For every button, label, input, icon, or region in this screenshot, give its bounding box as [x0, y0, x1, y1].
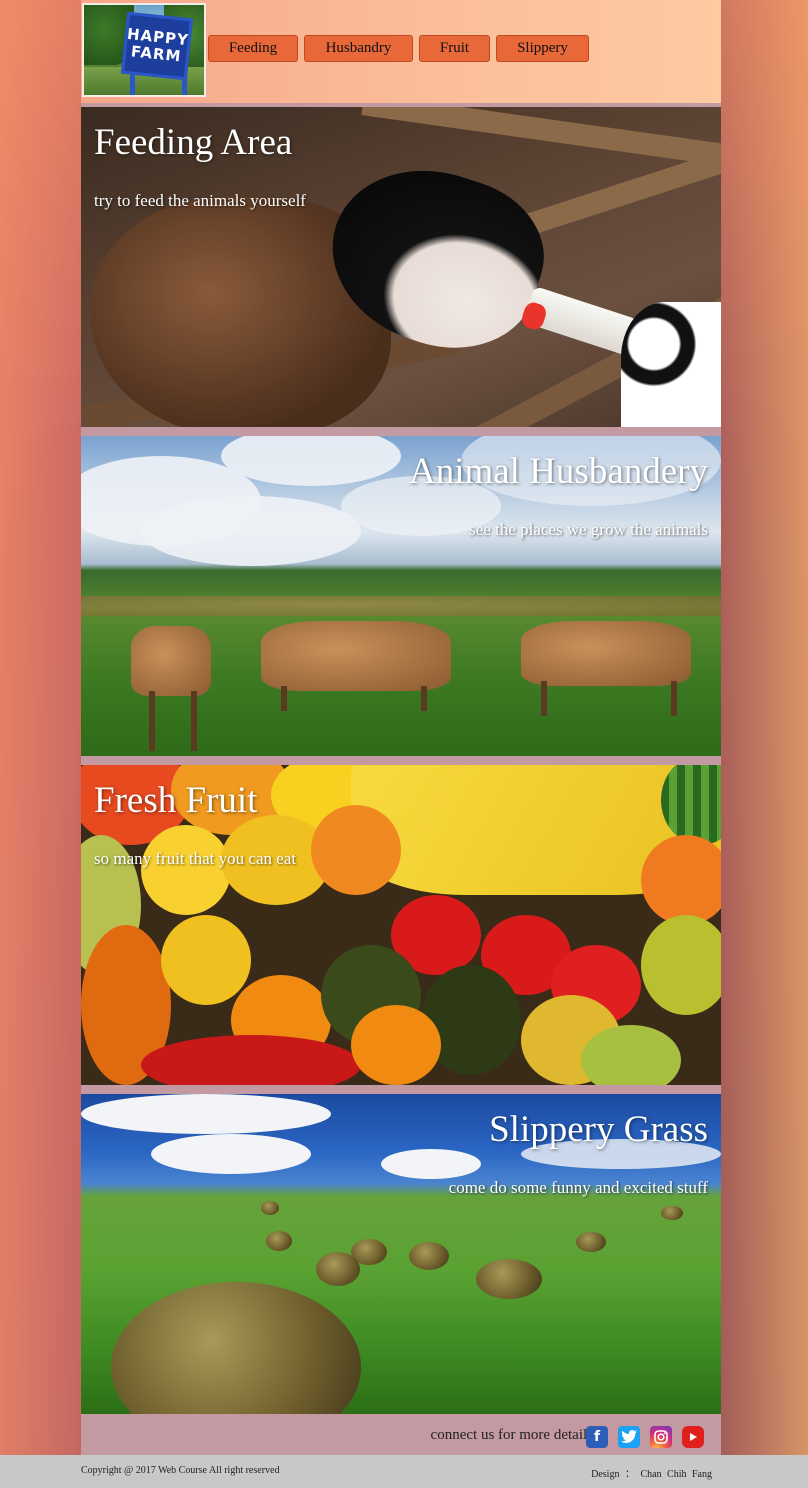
section-subtitle: try to feed the animals yourself: [94, 191, 306, 210]
copyright-bar: Copyright @ 2017 Web Course All right re…: [0, 1455, 808, 1488]
feeding-area-section: Feeding Area try to feed the animals you…: [81, 107, 721, 427]
section-title: Animal Husbandery: [408, 451, 708, 492]
section-subtitle: see the places we grow the animals: [469, 520, 708, 539]
nav-slippery-button[interactable]: Slippery: [496, 35, 589, 62]
twitter-icon[interactable]: [618, 1426, 640, 1448]
nav-feeding-button[interactable]: Feeding: [208, 35, 298, 62]
connect-text: connect us for more details: [430, 1427, 593, 1443]
section-subtitle: come do some funny and excited stuff: [448, 1178, 708, 1197]
happy-farm-logo[interactable]: HAPPY FARM: [82, 3, 206, 97]
section-title: Fresh Fruit: [94, 780, 258, 821]
slippery-grass-section: Slippery Grass come do some funny and ex…: [81, 1094, 721, 1414]
main-container: HAPPY FARM Feeding Husbandry Fruit Slipp…: [81, 0, 721, 1455]
facebook-icon[interactable]: f: [586, 1426, 608, 1448]
nav-fruit-button[interactable]: Fruit: [419, 35, 490, 62]
contact-bar: connect us for more details f: [81, 1414, 721, 1455]
section-subtitle: so many fruit that you can eat: [94, 849, 297, 868]
youtube-icon[interactable]: [682, 1426, 704, 1448]
fresh-fruit-section: Fresh Fruit so many fruit that you can e…: [81, 765, 721, 1085]
animal-husbandry-section: Animal Husbandery see the places we grow…: [81, 436, 721, 756]
nav-husbandry-button[interactable]: Husbandry: [304, 35, 413, 62]
instagram-icon[interactable]: [650, 1426, 672, 1448]
section-title: Slippery Grass: [489, 1109, 708, 1150]
section-title: Feeding Area: [94, 122, 293, 163]
social-links: f: [576, 1426, 704, 1448]
nav-bar: Feeding Husbandry Fruit Slippery: [208, 35, 595, 62]
header: HAPPY FARM Feeding Husbandry Fruit Slipp…: [81, 0, 721, 103]
copyright-text: Copyright @ 2017 Web Course All right re…: [81, 1465, 280, 1476]
design-credit: Design ： Chan Chih Fang: [591, 1469, 712, 1480]
